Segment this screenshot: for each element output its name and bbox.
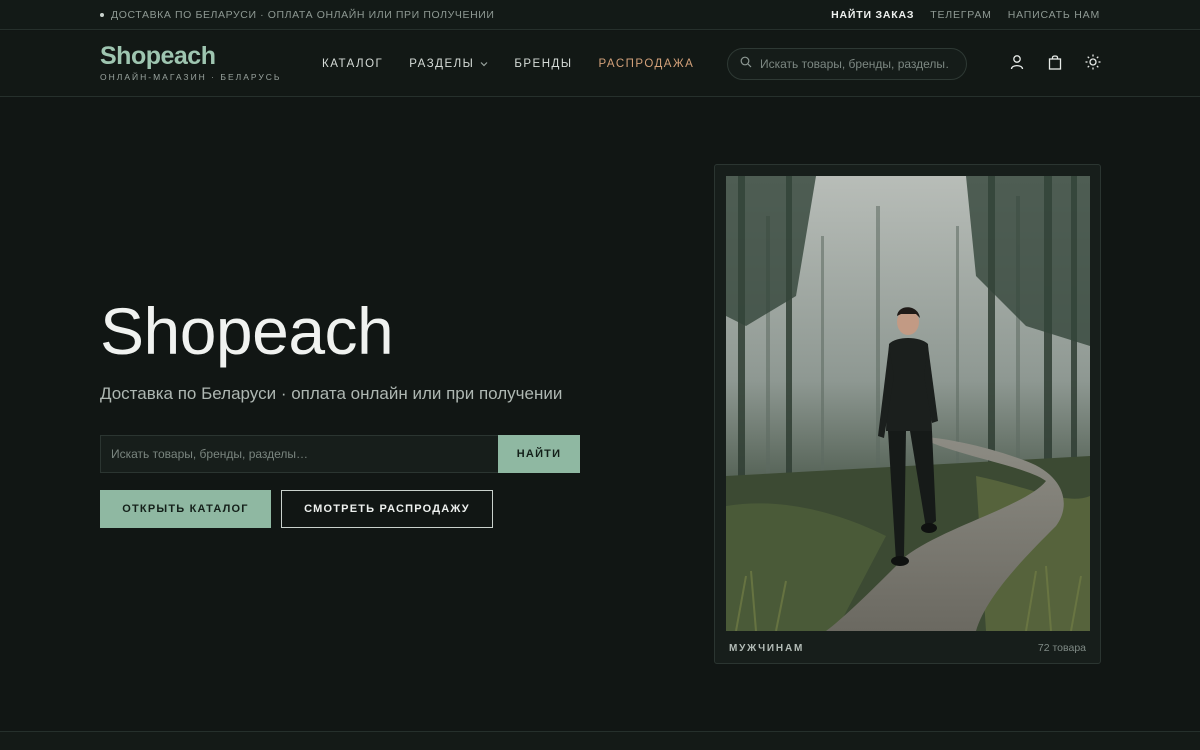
logo-subtitle: ОНЛАЙН-МАГАЗИН · БЕЛАРУСЬ bbox=[100, 72, 282, 82]
nav-catalog-label: КАТАЛОГ bbox=[322, 58, 384, 70]
hero-search: НАЙТИ bbox=[100, 435, 580, 473]
bag-icon[interactable] bbox=[1046, 53, 1064, 71]
category-image bbox=[726, 176, 1090, 631]
logo[interactable]: Shopeach ОНЛАЙН-МАГАЗИН · БЕЛАРУСЬ bbox=[100, 42, 281, 82]
sun-icon[interactable] bbox=[1084, 53, 1102, 71]
top-links: НАЙТИ ЗАКАЗ ТЕЛЕГРАМ НАПИСАТЬ НАМ bbox=[831, 0, 1100, 30]
nav-catalog[interactable]: КАТАЛОГ bbox=[322, 58, 383, 70]
logo-name: Shopeach bbox=[100, 42, 216, 70]
header-search bbox=[727, 48, 967, 80]
header-search-input[interactable] bbox=[760, 57, 950, 71]
nav-sections-label: РАЗДЕЛЫ bbox=[409, 58, 475, 70]
hero-search-button[interactable]: НАЙТИ bbox=[498, 435, 580, 473]
hero-title: Shopeach bbox=[100, 294, 394, 368]
open-catalog-button[interactable]: ОТКРЫТЬ КАТАЛОГ bbox=[100, 490, 271, 528]
header-actions bbox=[1008, 53, 1102, 71]
find-order-link[interactable]: НАЙТИ ЗАКАЗ bbox=[831, 9, 914, 21]
category-count: 72 товара bbox=[1037, 642, 1086, 654]
nav-brands-label: БРЕНДЫ bbox=[514, 58, 573, 70]
nav-brands[interactable]: БРЕНДЫ bbox=[514, 58, 572, 70]
view-sale-button[interactable]: СМОТРЕТЬ РАСПРОДАЖУ bbox=[281, 490, 493, 528]
write-us-link[interactable]: НАПИСАТЬ НАМ bbox=[1008, 9, 1100, 21]
category-card[interactable]: МУЖЧИНАМ 72 товара bbox=[714, 164, 1101, 664]
bullet-icon bbox=[100, 13, 104, 17]
delivery-notice-text: ДОСТАВКА ПО БЕЛАРУСИ · ОПЛАТА ОНЛАЙН ИЛИ… bbox=[111, 9, 495, 21]
main-nav: КАТАЛОГ РАЗДЕЛЫ БРЕНДЫ РАСПРОДАЖА bbox=[322, 31, 694, 97]
delivery-notice: ДОСТАВКА ПО БЕЛАРУСИ · ОПЛАТА ОНЛАЙН ИЛИ… bbox=[100, 0, 495, 30]
category-label: МУЖЧИНАМ bbox=[729, 642, 805, 654]
top-info-bar: ДОСТАВКА ПО БЕЛАРУСИ · ОПЛАТА ОНЛАЙН ИЛИ… bbox=[0, 0, 1200, 30]
search-icon bbox=[740, 55, 752, 73]
chevron-down-icon bbox=[480, 60, 488, 69]
footer-edge bbox=[0, 731, 1200, 750]
telegram-link[interactable]: ТЕЛЕГРАМ bbox=[930, 9, 991, 21]
nav-sections[interactable]: РАЗДЕЛЫ bbox=[409, 58, 488, 70]
category-card-footer: МУЖЧИНАМ 72 товара bbox=[715, 631, 1100, 665]
nav-sale[interactable]: РАСПРОДАЖА bbox=[599, 58, 695, 70]
nav-sale-label: РАСПРОДАЖА bbox=[598, 58, 695, 70]
hero-search-input[interactable] bbox=[100, 435, 498, 473]
user-icon[interactable] bbox=[1008, 53, 1026, 71]
main-header: Shopeach ОНЛАЙН-МАГАЗИН · БЕЛАРУСЬ КАТАЛ… bbox=[0, 31, 1200, 97]
hero-subtitle: Доставка по Беларуси · оплата онлайн или… bbox=[100, 384, 563, 403]
